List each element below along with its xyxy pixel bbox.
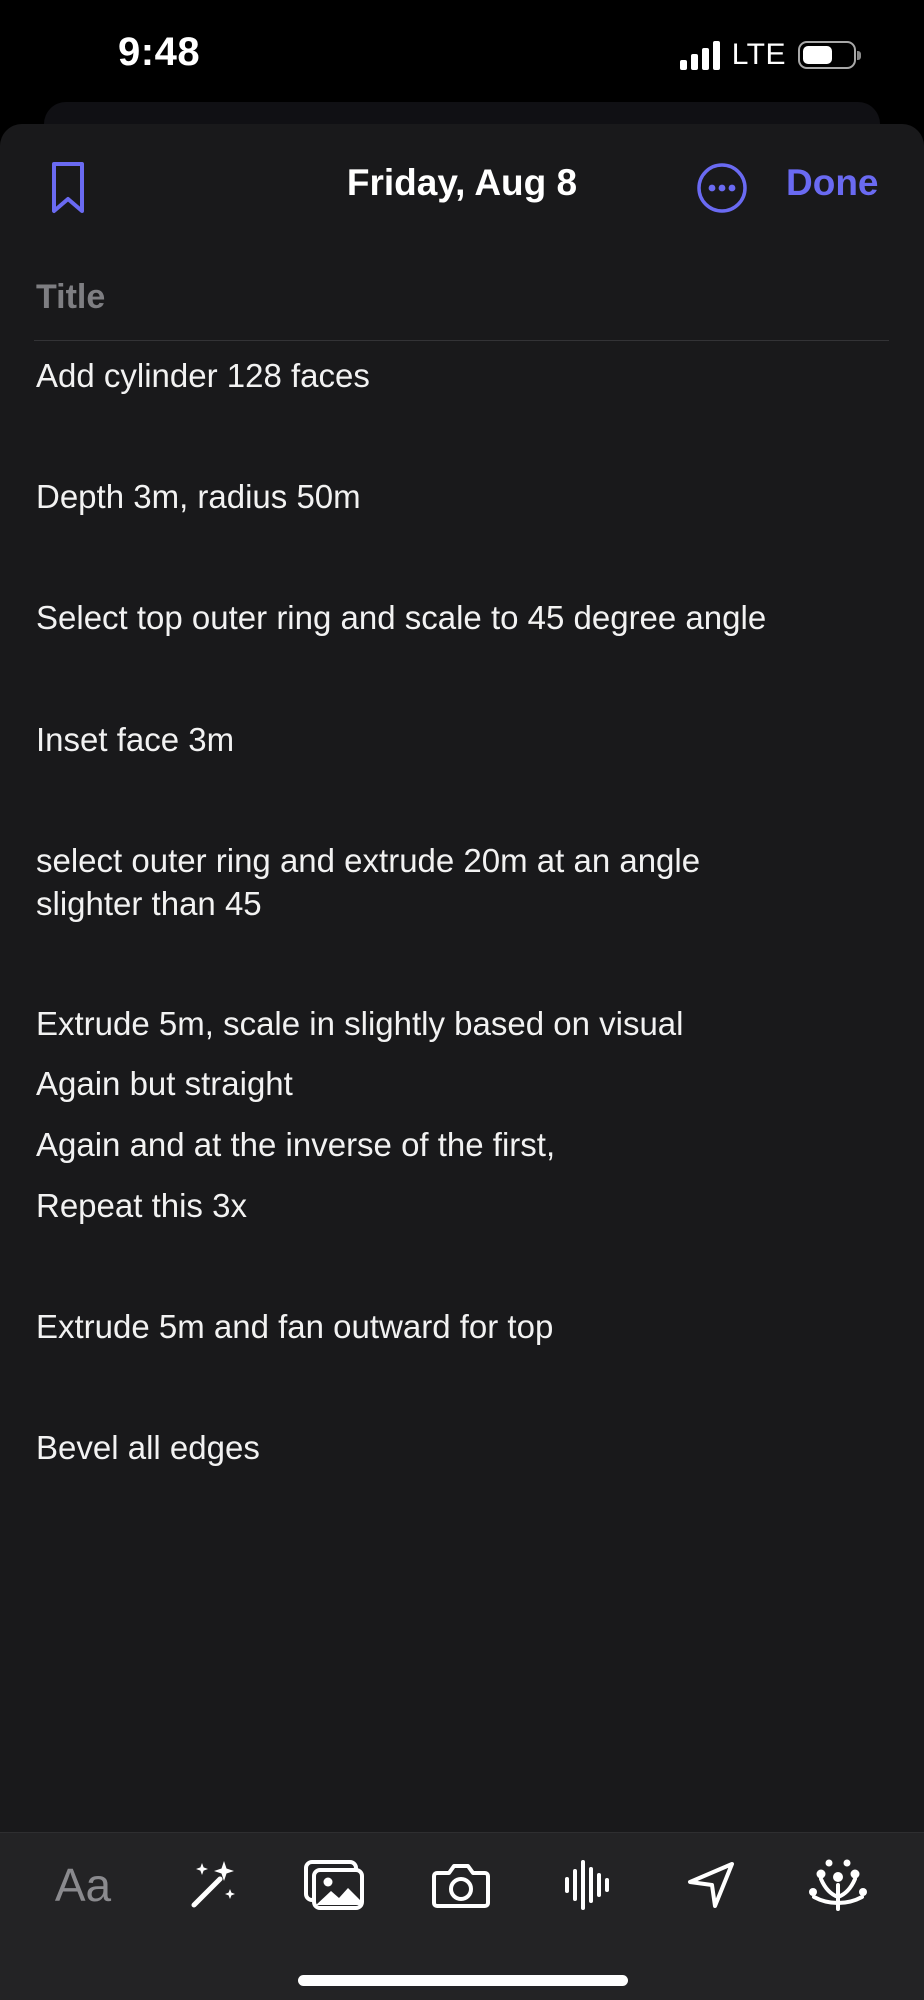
magic-wand-icon (191, 1861, 235, 1908)
network-type: LTE (731, 38, 786, 71)
done-button[interactable]: Done (786, 162, 879, 204)
note-line: Add cylinder 128 faces (36, 357, 370, 394)
camera-icon (432, 1864, 490, 1908)
note-line: Again but straight (36, 1065, 293, 1102)
note-line: Extrude 5m and fan outward for top (36, 1308, 554, 1345)
battery-icon (798, 41, 861, 69)
suggestions-button[interactable] (177, 1853, 247, 1917)
note-line: Depth 3m, radius 50m (36, 478, 361, 515)
text-format-button[interactable]: Aa (48, 1853, 118, 1917)
note-line: Select top outer ring and scale to 45 de… (36, 599, 767, 636)
bookmark-icon (52, 162, 84, 213)
ellipsis-circle-icon (697, 163, 747, 213)
entry-date-title: Friday, Aug 8 (346, 162, 578, 203)
note-line: Bevel all edges (36, 1429, 260, 1466)
location-arrow-icon (688, 1862, 734, 1908)
cellular-signal-icon (679, 40, 720, 70)
camera-button[interactable] (426, 1853, 496, 1917)
title-divider (34, 340, 889, 341)
text-format-icon: Aa (54, 1859, 112, 1911)
status-time: 9:48 (118, 30, 201, 74)
bottom-toolbar: Aa (0, 1832, 924, 2000)
photo-library-button[interactable] (299, 1853, 369, 1917)
battery-level (803, 46, 832, 64)
audio-waveform-icon (565, 1860, 609, 1910)
audio-recording-button[interactable] (552, 1853, 622, 1917)
more-options-button[interactable] (696, 162, 748, 214)
photo-library-icon (304, 1860, 364, 1910)
title-field[interactable]: Title (36, 278, 105, 317)
note-line: Extrude 5m, scale in slightly based on v… (36, 1005, 684, 1042)
state-of-mind-icon (809, 1859, 867, 1911)
note-line: slighter than 45 (36, 885, 262, 922)
entry-header: Friday, Aug 8 Done (0, 124, 924, 248)
note-line: select outer ring and extrude 20m at an … (36, 842, 701, 879)
location-button[interactable] (676, 1853, 746, 1917)
entry-sheet: Friday, Aug 8 Done Title Add cylinder 12… (0, 124, 924, 2000)
bookmark-button[interactable] (44, 158, 92, 218)
status-indicators: LTE (679, 38, 861, 72)
note-line: Inset face 3m (36, 721, 235, 758)
note-line: Repeat this 3x (36, 1187, 247, 1224)
status-bar: 9:48 LTE (0, 0, 924, 105)
note-line: Again and at the inverse of the first, (36, 1126, 556, 1163)
journal-entry-screen: 9:48 LTE Friday, Aug 8 Done Title Add cy… (0, 0, 924, 2000)
home-indicator[interactable] (298, 1975, 628, 1986)
state-of-mind-button[interactable] (803, 1853, 873, 1917)
